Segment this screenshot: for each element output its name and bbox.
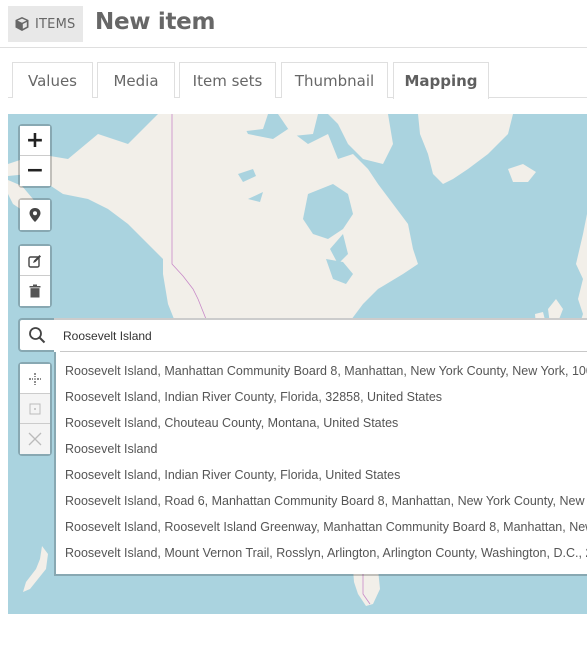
default-view-control xyxy=(18,362,52,456)
tab-values[interactable]: Values xyxy=(12,62,93,98)
add-marker-button[interactable] xyxy=(20,200,50,230)
delete-layers-button[interactable] xyxy=(20,276,50,306)
result-item[interactable]: Roosevelt Island, Chouteau County, Monta… xyxy=(56,410,587,436)
map-marker-icon xyxy=(29,208,41,222)
section-label: ITEMS xyxy=(35,16,76,32)
section-badge-items[interactable]: ITEMS xyxy=(8,6,83,42)
zoom-in-button[interactable]: + xyxy=(20,126,50,156)
draw-control xyxy=(18,244,52,308)
zoom-control: + − xyxy=(18,124,52,188)
tab-mapping[interactable]: Mapping xyxy=(393,62,489,99)
result-item[interactable]: Roosevelt Island, Manhattan Community Bo… xyxy=(56,358,587,384)
close-icon xyxy=(28,432,42,446)
result-item[interactable]: Roosevelt Island, Road 6, Manhattan Comm… xyxy=(56,488,587,514)
tab-item-sets[interactable]: Item sets xyxy=(179,62,276,98)
edit-icon xyxy=(28,254,41,268)
tab-thumbnail[interactable]: Thumbnail xyxy=(281,62,388,98)
square-dot-icon xyxy=(29,403,41,414)
tab-bar: Values Media Item sets Thumbnail Mapping xyxy=(8,62,587,99)
tab-media[interactable]: Media xyxy=(97,62,175,98)
result-item[interactable]: Roosevelt Island, Mount Vernon Trail, Ro… xyxy=(56,540,587,566)
minus-icon: − xyxy=(25,158,45,183)
search-form xyxy=(54,318,587,352)
locate-control xyxy=(18,198,52,232)
geosearch xyxy=(18,318,587,352)
search-results: Roosevelt Island, Manhattan Community Bo… xyxy=(54,352,587,576)
fit-bounds-button[interactable] xyxy=(20,364,50,394)
plus-icon: + xyxy=(25,127,45,153)
map-canvas[interactable]: + − Roosevelt Island Roosevelt Island, M… xyxy=(8,114,587,614)
result-item[interactable]: Roosevelt Island, Indian River County, F… xyxy=(56,462,587,488)
search-input[interactable] xyxy=(54,320,587,352)
page-header: ITEMS New item xyxy=(0,0,587,48)
crosshair-icon xyxy=(29,372,41,385)
cube-icon xyxy=(15,17,29,31)
zoom-out-button[interactable]: − xyxy=(20,156,50,186)
trash-icon xyxy=(29,284,41,298)
search-button[interactable] xyxy=(18,318,54,352)
edit-layers-button[interactable] xyxy=(20,246,50,276)
clear-default-view-button[interactable] xyxy=(20,424,50,454)
search-icon xyxy=(29,327,46,344)
set-default-view-button[interactable] xyxy=(20,394,50,424)
page-title: New item xyxy=(95,9,216,35)
result-item[interactable]: Roosevelt Island xyxy=(56,436,587,462)
result-item[interactable]: Roosevelt Island, Indian River County, F… xyxy=(56,384,587,410)
result-item[interactable]: Roosevelt Island, Roosevelt Island Green… xyxy=(56,514,587,540)
